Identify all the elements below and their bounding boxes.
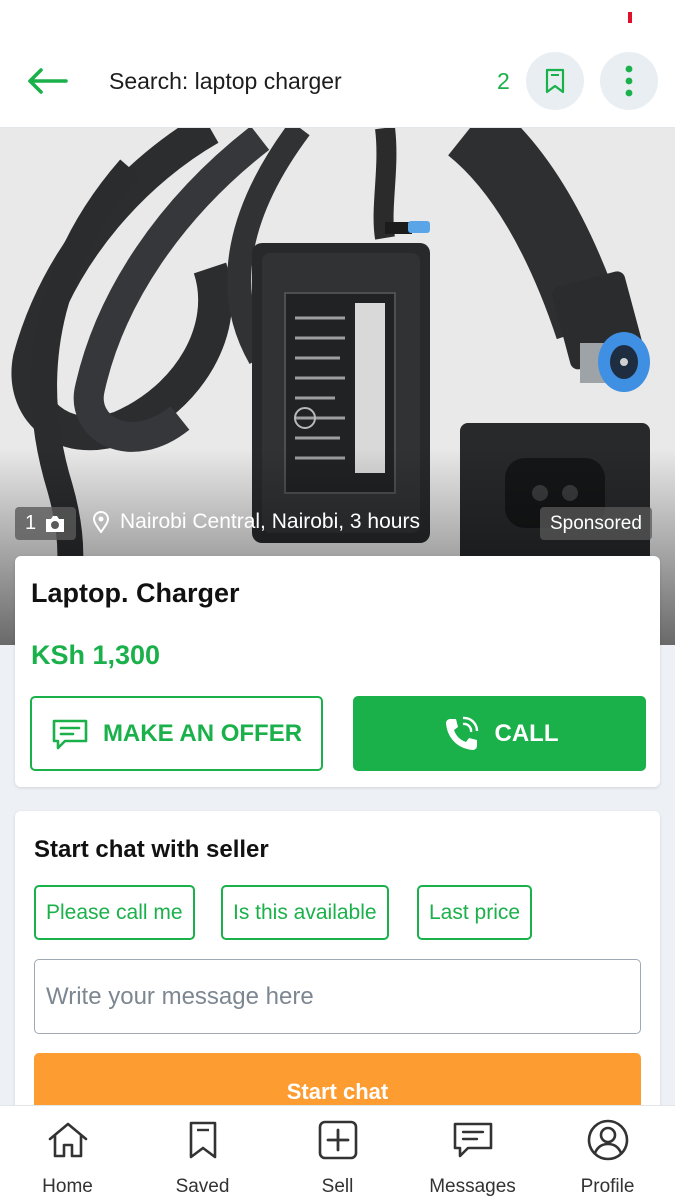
product-title: Laptop. Charger	[31, 578, 240, 608]
make-offer-label: MAKE AN OFFER	[102, 719, 303, 747]
nav-profile[interactable]: Profile	[540, 1106, 675, 1200]
photo-count-value: 1	[25, 512, 37, 534]
call-button[interactable]: CALL	[353, 696, 646, 771]
bottom-navigation: Home Saved Sell Messages Profile	[0, 1105, 675, 1200]
nav-sell-label: Sell	[321, 1176, 354, 1197]
location-text: Nairobi Central, Nairobi, 3 hours	[120, 510, 420, 533]
nav-messages-label: Messages	[429, 1176, 516, 1197]
nav-home-label: Home	[42, 1176, 93, 1197]
nav-home[interactable]: Home	[0, 1106, 135, 1200]
nav-profile-label: Profile	[580, 1176, 635, 1197]
sponsored-badge: Sponsored	[540, 507, 652, 540]
saved-count: 2	[497, 68, 510, 94]
message-icon	[52, 719, 88, 749]
bookmark-button[interactable]	[526, 52, 584, 110]
phone-icon	[445, 716, 478, 750]
message-input[interactable]	[34, 959, 641, 1034]
chat-title: Start chat with seller	[34, 836, 269, 863]
app-header: Search: laptop charger 2	[0, 40, 675, 128]
search-title[interactable]: Search: laptop charger	[109, 68, 342, 95]
location-pin-icon	[92, 511, 110, 533]
product-card: Laptop. Charger KSh 1,300 MAKE AN OFFER …	[15, 556, 660, 787]
back-button[interactable]	[22, 60, 72, 102]
quick-reply-is-this-available[interactable]: Is this available	[221, 885, 389, 940]
camera-icon	[46, 515, 65, 532]
quick-reply-last-price[interactable]: Last price	[417, 885, 533, 940]
more-options-button[interactable]	[600, 52, 658, 110]
make-offer-button[interactable]: MAKE AN OFFER	[30, 696, 323, 771]
photo-count-badge: 1	[15, 507, 77, 540]
quick-reply-please-call-me[interactable]: Please call me	[34, 885, 195, 940]
recording-indicator	[628, 12, 632, 23]
chat-card: Start chat with seller Please call me Is…	[15, 811, 660, 1121]
product-price: KSh 1,300	[31, 640, 161, 670]
nav-saved[interactable]: Saved	[135, 1106, 270, 1200]
plus-square-icon	[318, 1120, 357, 1160]
more-vertical-icon	[625, 65, 633, 97]
nav-sell[interactable]: Sell	[270, 1106, 405, 1200]
nav-saved-label: Saved	[175, 1176, 230, 1197]
back-arrow-icon	[28, 68, 68, 94]
nav-messages[interactable]: Messages	[405, 1106, 540, 1200]
call-label: CALL	[494, 719, 559, 747]
user-circle-icon	[587, 1119, 628, 1161]
bookmark-icon	[189, 1121, 216, 1159]
status-bar	[0, 0, 675, 40]
listing-location: Nairobi Central, Nairobi, 3 hours	[92, 510, 420, 534]
bookmark-icon	[545, 68, 565, 94]
home-icon	[48, 1122, 87, 1158]
chat-icon	[453, 1122, 492, 1158]
